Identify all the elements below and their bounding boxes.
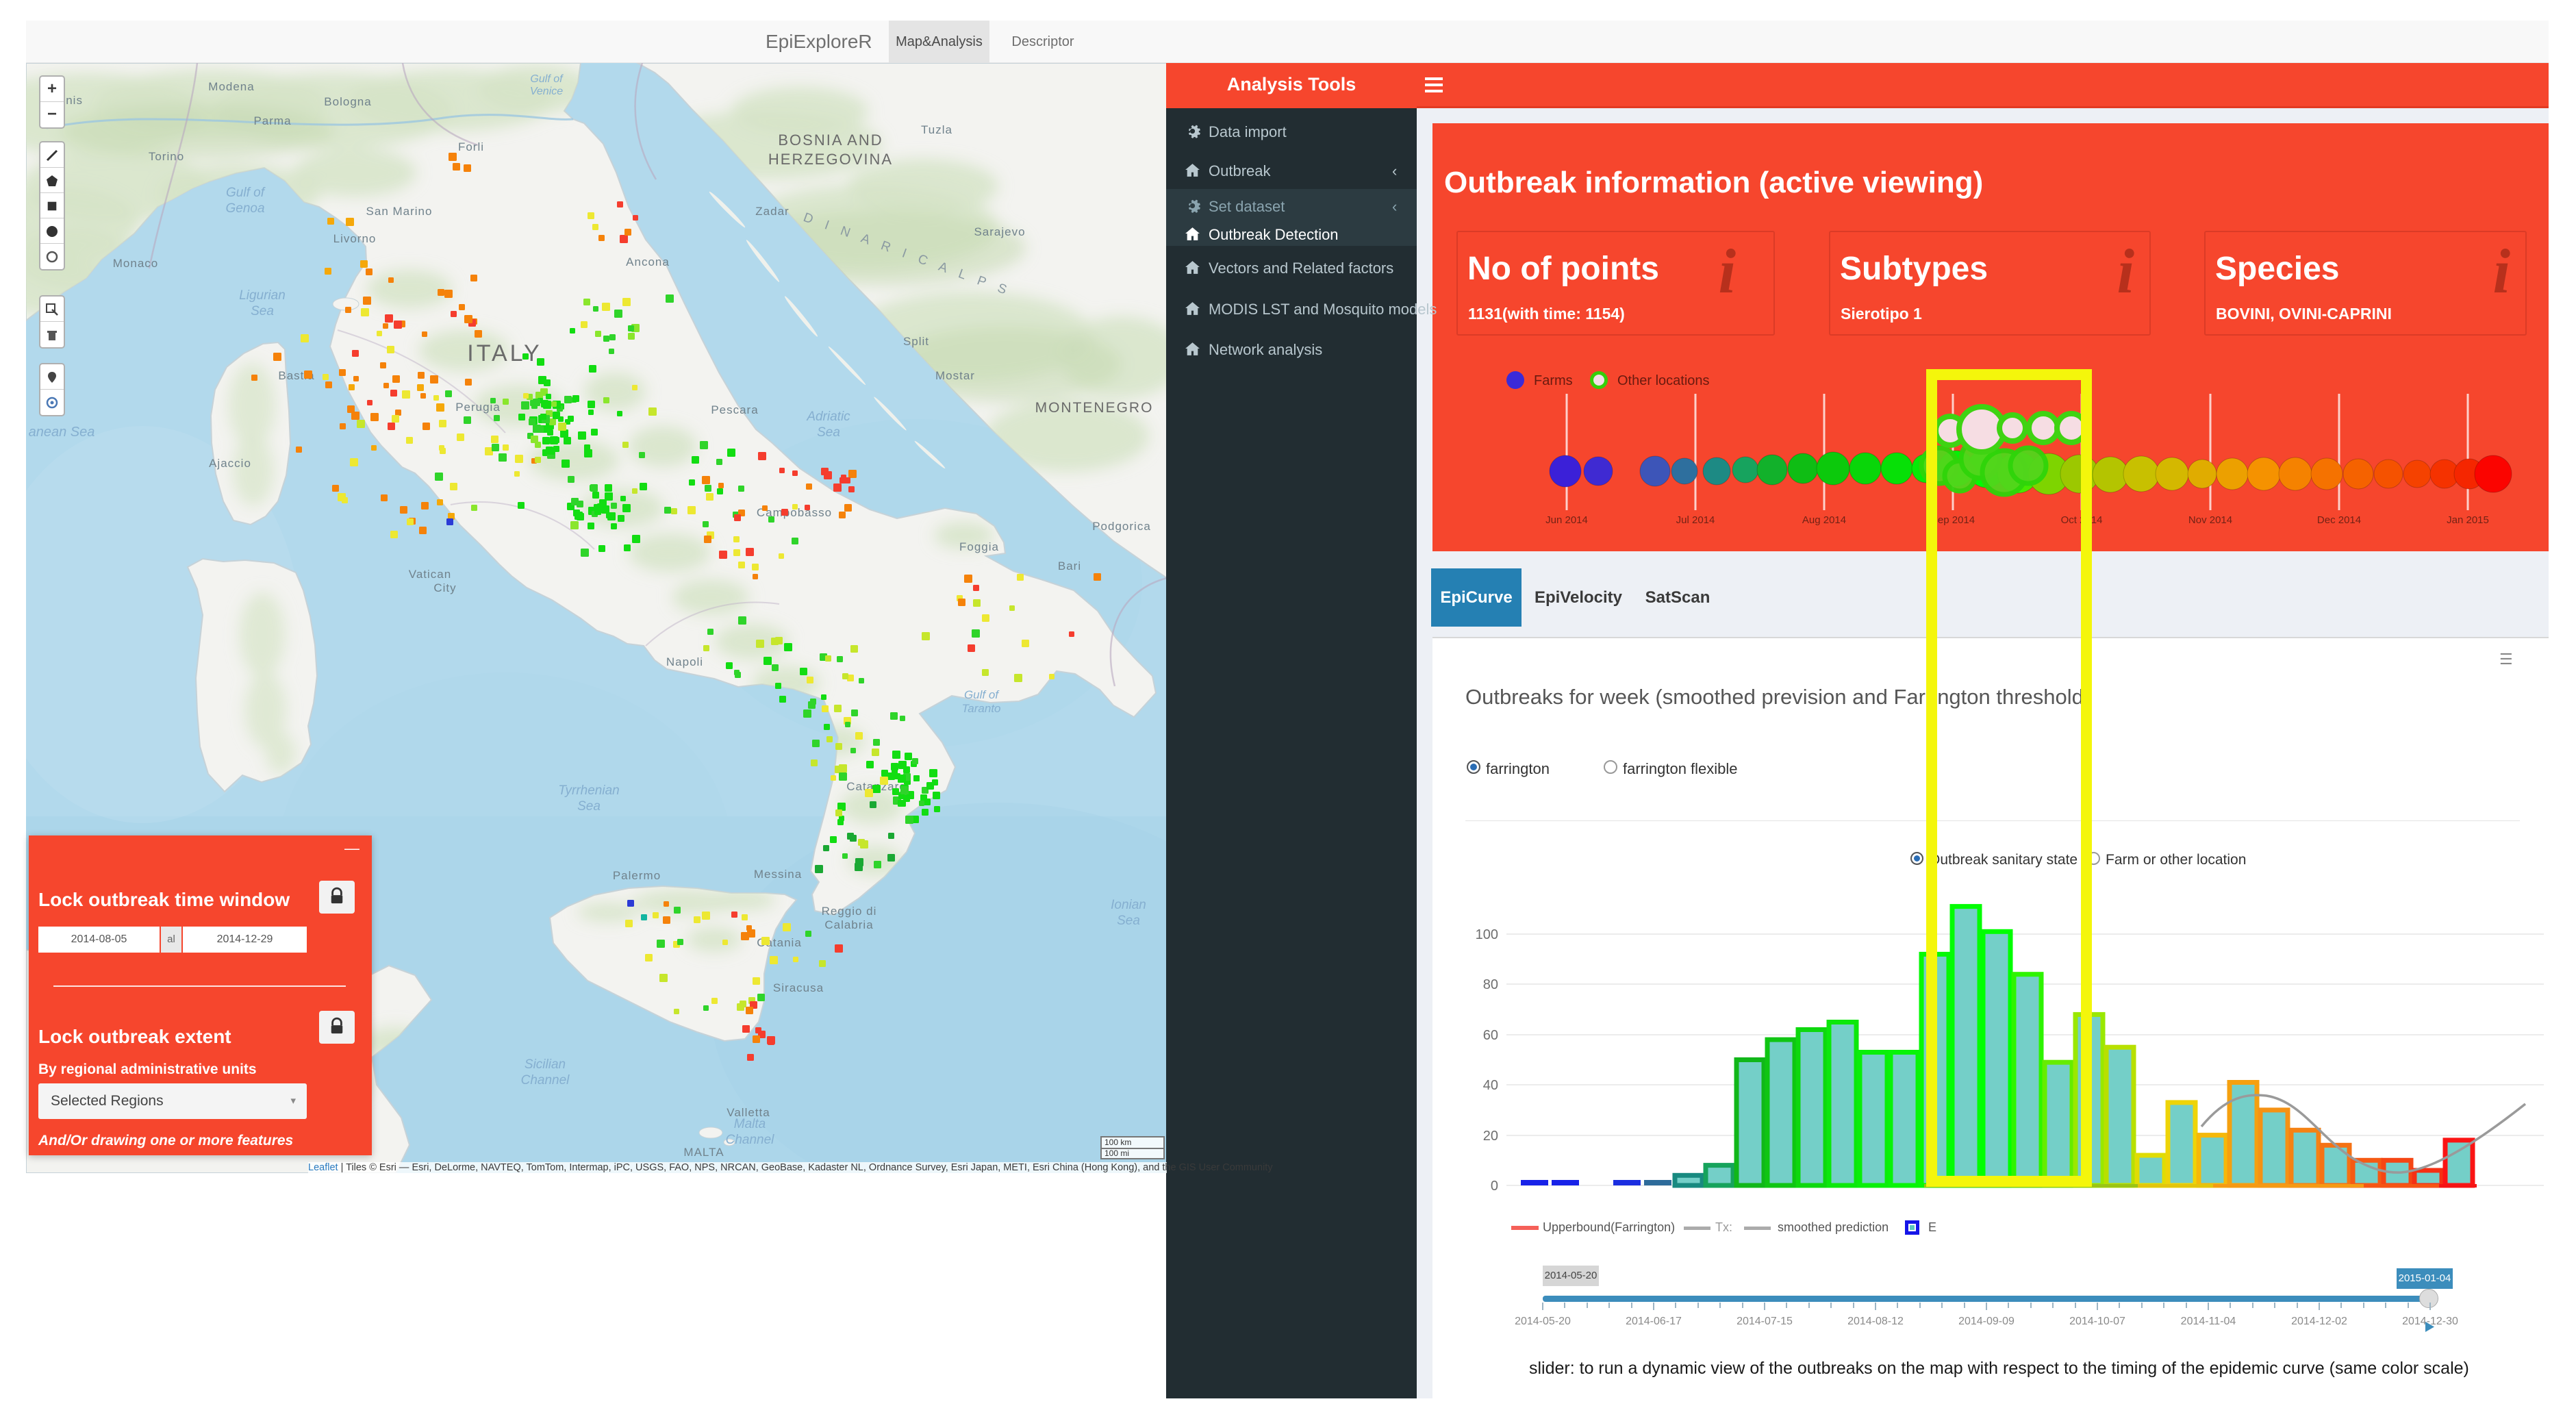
svg-text:Taranto: Taranto (961, 702, 1000, 715)
svg-text:Jun 2014: Jun 2014 (1545, 514, 1588, 526)
svg-text:Aug 2014: Aug 2014 (1802, 514, 1846, 526)
svg-text:Sea: Sea (1117, 914, 1140, 928)
svg-text:Bologna: Bologna (324, 95, 371, 108)
svg-text:2014-12-02: 2014-12-02 (2291, 1316, 2347, 1327)
svg-text:Forli: Forli (458, 140, 484, 153)
svg-text:anean Sea: anean Sea (29, 425, 95, 440)
svg-text:Sea: Sea (251, 304, 274, 318)
svg-text:Messina: Messina (754, 868, 802, 881)
svg-text:Monaco: Monaco (113, 257, 158, 270)
svg-text:Siracusa: Siracusa (773, 981, 824, 994)
svg-text:Sarajevo: Sarajevo (974, 225, 1025, 238)
svg-text:Jul 2014: Jul 2014 (1676, 514, 1715, 526)
svg-text:Gulf of: Gulf of (964, 688, 1000, 701)
svg-text:Sea: Sea (577, 799, 601, 814)
svg-text:2014-10-07: 2014-10-07 (2069, 1316, 2125, 1327)
svg-text:MALTA: MALTA (683, 1146, 724, 1159)
svg-text:Pescara: Pescara (711, 403, 758, 416)
svg-text:San Marino: San Marino (366, 205, 433, 218)
svg-text:Adriatic: Adriatic (806, 410, 850, 424)
svg-text:Livorno: Livorno (333, 232, 377, 245)
svg-text:Venice: Venice (530, 86, 563, 97)
svg-text:Reggio di: Reggio di (822, 905, 877, 918)
svg-text:Tyrrhenian: Tyrrhenian (558, 783, 619, 798)
svg-text:Jan 2015: Jan 2015 (2447, 514, 2489, 526)
svg-text:Ajaccio: Ajaccio (209, 457, 251, 470)
svg-text:2014-09-09: 2014-09-09 (1958, 1316, 2015, 1327)
svg-text:80: 80 (1483, 977, 1498, 992)
svg-text:Malta: Malta (734, 1117, 766, 1131)
svg-text:Tuzla: Tuzla (921, 123, 952, 136)
svg-text:Sicilian: Sicilian (525, 1057, 566, 1072)
svg-text:City: City (433, 581, 456, 594)
svg-text:Ionian: Ionian (1111, 898, 1146, 912)
svg-text:Palermo: Palermo (613, 869, 661, 882)
svg-text:Gulf of: Gulf of (226, 186, 266, 200)
svg-text:2014-05-20: 2014-05-20 (1515, 1316, 1571, 1327)
svg-text:2014-08-12: 2014-08-12 (1847, 1316, 1904, 1327)
svg-text:60: 60 (1483, 1028, 1498, 1043)
svg-text:Dec 2014: Dec 2014 (2317, 514, 2361, 526)
svg-text:Napoli: Napoli (666, 655, 703, 668)
svg-text:Channel: Channel (726, 1133, 775, 1147)
svg-text:BOSNIA AND: BOSNIA AND (778, 131, 883, 149)
svg-text:Calabria: Calabria (824, 918, 873, 931)
svg-text:Gulf of: Gulf of (530, 73, 564, 85)
svg-text:100: 100 (1476, 927, 1498, 942)
svg-text:2014-06-17: 2014-06-17 (1626, 1316, 1682, 1327)
svg-text:2014-11-04: 2014-11-04 (2181, 1316, 2236, 1327)
svg-text:Nov 2014: Nov 2014 (2188, 514, 2232, 526)
svg-text:Mostar: Mostar (935, 369, 975, 382)
svg-text:Genoa: Genoa (225, 201, 264, 216)
svg-text:0: 0 (1491, 1179, 1498, 1194)
svg-text:Ancona: Ancona (626, 255, 670, 268)
svg-text:Parma: Parma (253, 114, 291, 127)
svg-text:Channel: Channel (521, 1073, 570, 1088)
svg-text:2014-07-15: 2014-07-15 (1737, 1316, 1793, 1327)
svg-text:20: 20 (1483, 1129, 1498, 1144)
svg-text:Ligurian: Ligurian (239, 288, 286, 303)
svg-text:Sea: Sea (817, 425, 840, 440)
svg-text:HERZEGOVINA: HERZEGOVINA (768, 151, 893, 168)
svg-text:Zadar: Zadar (755, 205, 789, 218)
svg-text:Valletta: Valletta (727, 1106, 770, 1119)
svg-text:MONTENEGRO: MONTENEGRO (1035, 400, 1154, 416)
svg-text:Podgorica: Podgorica (1092, 520, 1151, 533)
svg-text:ITALY: ITALY (467, 340, 542, 366)
svg-text:Split: Split (903, 335, 929, 348)
svg-text:Modena: Modena (208, 80, 254, 93)
svg-text:Vatican: Vatican (409, 568, 451, 581)
svg-text:Bari: Bari (1058, 560, 1081, 573)
svg-text:40: 40 (1483, 1078, 1498, 1093)
svg-text:Torino: Torino (149, 150, 184, 163)
svg-text:Foggia: Foggia (959, 540, 999, 553)
